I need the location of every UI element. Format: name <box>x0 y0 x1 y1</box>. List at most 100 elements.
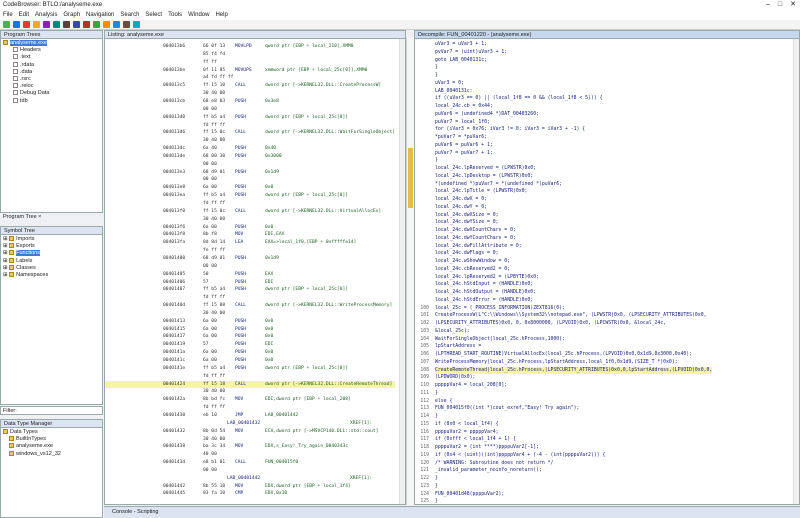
decompile-line[interactable]: puVar6 = (undefined4 *)DAT_00403260; <box>415 111 795 119</box>
listing-row[interactable]: 00401430 eb 10 JMP LAB_00401442 <box>105 412 395 420</box>
listing-row[interactable]: 004013cb 68 e8 03 PUSH 0x3e8 <box>105 98 395 106</box>
decompile-line[interactable]: 100 local_25c = (_PROCESS_INFORMATION)ZE… <box>415 305 795 313</box>
overview-margin[interactable] <box>406 38 414 505</box>
decompile-line[interactable]: 117 if (0xfff < local_1f4 + 1) { <box>415 436 795 444</box>
decompile-line[interactable]: 101 CreateProcessW(L"C:\\Windows\\System… <box>415 312 795 320</box>
listing-row[interactable]: 30 40 00 <box>105 436 395 444</box>
toolbar-button[interactable] <box>103 21 110 28</box>
menu-tools[interactable]: Tools <box>168 12 182 18</box>
toolbar-button[interactable] <box>3 21 10 28</box>
symbol-tree-item[interactable]: ⊞ Labels <box>3 258 100 265</box>
tree-item[interactable]: .data <box>3 69 100 76</box>
decompile-line[interactable]: 108 CreateRemoteThread(local_25c.hProces… <box>415 366 795 375</box>
decompile-line[interactable]: 110 pppppVar4 = local_208[0]; <box>415 382 795 390</box>
decompile-line[interactable]: 105 lpStartAddress = <box>415 343 795 351</box>
menu-edit[interactable]: Edit <box>19 12 29 18</box>
decompile-line[interactable]: local_24c.dwXCountChars = 0; <box>415 227 795 235</box>
toolbar-button[interactable] <box>33 21 40 28</box>
listing-row[interactable]: 30 40 00 <box>105 310 395 318</box>
data-type-item[interactable]: analyseme.exe <box>3 443 100 450</box>
console-tab[interactable]: Console - Scripting <box>104 506 800 518</box>
listing-row[interactable]: 004013e8 6a 00 PUSH 0x0 <box>105 184 395 192</box>
listing-row[interactable]: 0040141e ff b5 a4 PUSH dword ptr [EBP + loc… <box>105 365 395 373</box>
menu-navigation[interactable]: Navigation <box>86 12 114 18</box>
menu-search[interactable]: Search <box>120 12 139 18</box>
listing-row[interactable]: 00 00 <box>105 176 395 184</box>
decompile-line[interactable]: local_24c.dwY = 0; <box>415 204 795 212</box>
symbol-tree-item[interactable]: ⊞ Imports <box>3 236 100 243</box>
listing-row[interactable]: fd ff ff <box>105 373 395 381</box>
listing-row[interactable]: 004013d0 ff b5 a4 PUSH dword ptr [EBP + loc… <box>105 114 395 122</box>
decompile-line[interactable]: 102 (LPSECURITY_ATTRIBUTES)0x0, 0, 0x800… <box>415 320 795 328</box>
tree-item[interactable]: Debug Data <box>3 90 100 97</box>
decompile-line[interactable]: local_24c.lpReserved2 = (LPBYTE)0x0; <box>415 274 795 282</box>
listing-row[interactable]: ff ff <box>105 59 395 67</box>
decompile-line[interactable]: local_24c.lpTitle = (LPWSTR)0x0; <box>415 188 795 196</box>
listing-row[interactable]: 004013d6 ff 15 0c CALL dword ptr [->KERNEL3… <box>105 129 395 137</box>
listing-row[interactable]: 0040141a 6a 00 PUSH 0x0 <box>105 349 395 357</box>
listing-row[interactable]: 00401438 ba 3c 34 MOV EDX,s_Easy!_Try_again… <box>105 443 395 451</box>
maximize-button[interactable]: □ <box>778 0 782 10</box>
decompile-line[interactable]: puVar6 = puVar6 + 1; <box>415 142 795 150</box>
listing-row[interactable]: 004013e3 68 d9 01 PUSH 0x1d9 <box>105 169 395 177</box>
listing-row[interactable]: 00 00 <box>105 263 395 271</box>
decompile-line[interactable]: uVar3 = uVar3 + 1; <box>415 41 795 49</box>
decompile-line[interactable]: 103 &local_25c); <box>415 328 795 336</box>
listing-row[interactable]: 40 00 <box>105 451 395 459</box>
minimize-button[interactable]: – <box>766 0 770 10</box>
tree-root-item[interactable]: analyseme.exe <box>3 40 100 47</box>
decompile-line[interactable]: } <box>415 72 795 80</box>
tree-item[interactable]: Headers <box>3 47 100 54</box>
symbol-filter[interactable]: Filter: <box>0 406 103 415</box>
decompile-scrollbar[interactable] <box>793 39 799 504</box>
menu-select[interactable]: Select <box>145 12 162 18</box>
data-type-item[interactable]: windows_vs12_32 <box>3 451 100 458</box>
listing-row[interactable]: 85 f4 fd <box>105 51 395 59</box>
decompile-line[interactable]: *(undefined *)puVar7 = *(undefined *)puV… <box>415 181 795 189</box>
decompile-line[interactable]: 122 } <box>415 475 795 483</box>
listing-row[interactable]: 00 00 <box>105 106 395 114</box>
decompile-line[interactable]: 114 } <box>415 413 795 421</box>
listing-row[interactable]: 00401415 6a 00 PUSH 0x0 <box>105 326 395 334</box>
decompile-line[interactable]: if ((uVar3 == 0) || (local_1f8 == 0 && (… <box>415 95 795 103</box>
menu-graph[interactable]: Graph <box>63 12 80 18</box>
decompile-line[interactable]: goto LAB_0040131c; <box>415 57 795 65</box>
decompile-line[interactable]: 112 else { <box>415 398 795 406</box>
close-button[interactable]: ✕ <box>790 0 796 10</box>
decompile-line[interactable]: *puVar7 = *puVar6; <box>415 134 795 142</box>
listing-row[interactable]: 30 40 00 <box>105 388 395 396</box>
decompile-line[interactable]: } <box>415 157 795 165</box>
decompile-line[interactable]: 121 _invalid_parameter_noinfo_noreturn()… <box>415 467 795 475</box>
listing-row[interactable]: 00401406 57 PUSH EDI <box>105 279 395 287</box>
data-type-item[interactable]: Data Types <box>3 429 100 436</box>
decompile-line[interactable]: local_24c.wShowWindow = 0; <box>415 258 795 266</box>
decompile-line[interactable]: local_24c.dwFillAttribute = 0; <box>415 243 795 251</box>
listing-row[interactable]: 00401400 68 d9 01 PUSH 0x1d9 <box>105 255 395 263</box>
toolbar-button[interactable] <box>53 21 60 28</box>
listing-row[interactable]: 00 00 <box>105 467 395 475</box>
tree-item[interactable]: .reloc <box>3 83 100 90</box>
decompile-line[interactable]: for (iVar3 = 0x76; iVar3 != 0; iVar3 = i… <box>415 126 795 134</box>
menu-window[interactable]: Window <box>188 12 209 18</box>
toolbar-button[interactable] <box>13 21 20 28</box>
toolbar-button[interactable] <box>43 21 50 28</box>
listing-row[interactable]: 004013f0 ff 15 0c CALL dword ptr [->KERNEL3… <box>105 208 395 216</box>
tree-item[interactable]: tdb <box>3 98 100 105</box>
listing-row[interactable]: 004013fa 8d 8d 14 LEA EAX=>local_1f0,[EBP +… <box>105 239 395 247</box>
listing-row[interactable]: 00401445 83 fa 10 CMP EDX,0x10 <box>105 490 395 498</box>
listing-row[interactable]: 004013b6 66 0f 13 MOVLPD qword ptr [EBP + l… <box>105 43 395 51</box>
decompile-line[interactable]: puVar7 = local_1f0; <box>415 119 795 127</box>
listing-row[interactable]: 30 40 00 <box>105 216 395 224</box>
decompile-line[interactable]: 124 FUN_00401d48(ppppuVar2); <box>415 491 795 499</box>
decompile-line[interactable]: 111 } <box>415 390 795 398</box>
decompile-line[interactable]: } <box>415 64 795 72</box>
tree-item[interactable]: .rsrc <box>3 76 100 83</box>
decompile-line[interactable]: local_24c.dwX = 0; <box>415 196 795 204</box>
symbol-tree-item[interactable]: ⊞ Classes <box>3 265 100 272</box>
listing-row[interactable]: 0040143d e8 b1 01 CALL FUN_004015f0 <box>105 459 395 467</box>
listing-row[interactable]: 00401413 6a 00 PUSH 0x0 <box>105 318 395 326</box>
toolbar-button[interactable] <box>23 21 30 28</box>
listing-row[interactable]: 004013de 68 00 30 PUSH 0x3000 <box>105 153 395 161</box>
decompile-line[interactable]: uVar3 = 0; <box>415 80 795 88</box>
decompile-line[interactable]: local_24c.hStdError = (HANDLE)0x0; <box>415 297 795 305</box>
